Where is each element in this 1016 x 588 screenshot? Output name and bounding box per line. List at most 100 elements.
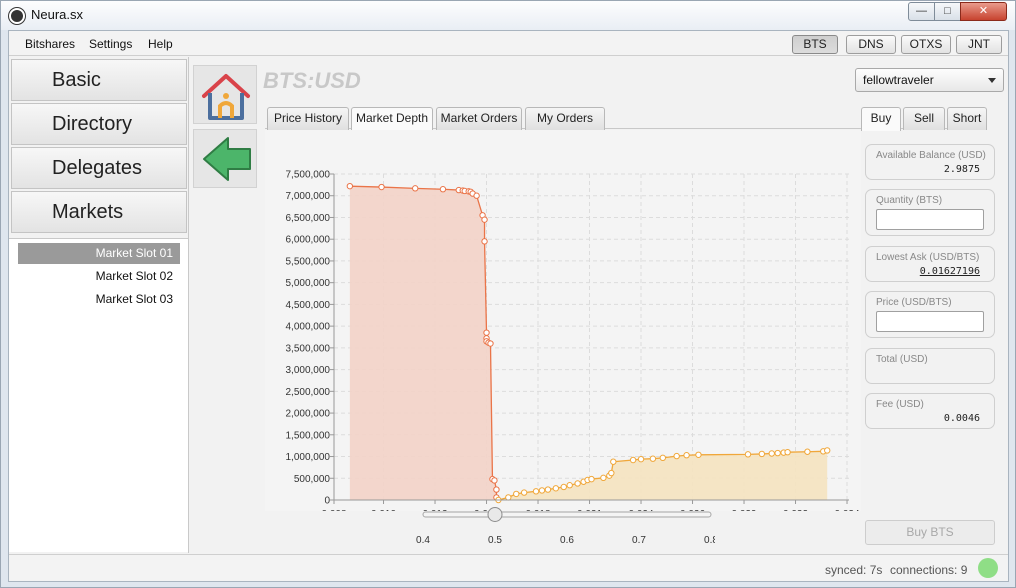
home-button[interactable]: [193, 65, 257, 124]
y-tick-label: 3,000,000: [286, 365, 331, 376]
market-slot-02[interactable]: Market Slot 02: [18, 266, 180, 287]
slider-tick-label: 0.7: [632, 535, 646, 546]
zoom-slider-svg: 0.4 0.5 0.6 0.7 0.8: [416, 507, 718, 546]
y-tick-label: 5,000,000: [286, 278, 331, 289]
total-box: Total (USD): [865, 348, 995, 384]
ask-point: [566, 482, 573, 489]
bid-point: [493, 486, 500, 493]
y-tick-label: 3,500,000: [286, 343, 331, 354]
back-button[interactable]: [193, 129, 257, 188]
sidebar-basic-button[interactable]: Basic: [11, 59, 187, 101]
price-input[interactable]: [876, 311, 984, 332]
fee-value: 0.0046: [943, 413, 980, 424]
ask-point: [505, 494, 512, 501]
market-slot-01[interactable]: Market Slot 01: [18, 243, 180, 264]
menu-settings[interactable]: Settings: [89, 37, 132, 51]
account-select[interactable]: fellowtraveler: [855, 68, 1004, 92]
available-balance-value: 2.9875: [943, 164, 980, 175]
slider-thumb[interactable]: [487, 507, 503, 522]
ask-point: [744, 451, 752, 458]
synced-status: synced: 7s: [825, 563, 883, 577]
ask-point: [673, 452, 680, 460]
ask-point: [608, 469, 615, 477]
ask-point: [544, 486, 552, 493]
slider-tick-label: 0.6: [560, 535, 574, 546]
coin-tab-bts[interactable]: BTS: [792, 35, 838, 54]
menu-bitshares[interactable]: Bitshares: [25, 37, 75, 51]
x-tick-label: 0.032: [783, 509, 808, 511]
app-window: Neura.sx — □ ✕ Bitshares Settings Help B…: [0, 0, 1016, 588]
bid-point: [481, 238, 488, 245]
slider-tick-label: 0.8: [704, 535, 715, 546]
ask-point: [513, 490, 520, 498]
tab-market-orders[interactable]: Market Orders: [436, 107, 522, 130]
tab-short[interactable]: Short: [947, 107, 987, 130]
ask-point: [768, 450, 775, 457]
ask-point: [649, 455, 657, 462]
sidebar: Basic Directory Delegates Markets Market…: [9, 57, 189, 553]
connections-status: connections: 9: [890, 563, 968, 577]
tab-market-depth[interactable]: Market Depth: [351, 107, 433, 131]
y-tick-label: 2,500,000: [286, 387, 331, 398]
ask-point: [552, 485, 560, 492]
x-tick-label: 0.010: [371, 509, 396, 511]
close-button[interactable]: ✕: [960, 2, 1007, 21]
price-box: Price (USD/BTS): [865, 291, 995, 338]
ask-point: [824, 447, 831, 454]
menu-bar: Bitshares Settings Help BTS DNS OTXS JNT: [9, 31, 1008, 56]
minimize-button[interactable]: —: [908, 2, 935, 21]
quantity-input[interactable]: [876, 209, 984, 230]
y-tick-label: 7,000,000: [286, 191, 331, 202]
tab-sell[interactable]: Sell: [903, 107, 945, 130]
zoom-slider[interactable]: 0.4 0.5 0.6 0.7 0.8: [405, 507, 718, 547]
menu-help[interactable]: Help: [148, 37, 173, 51]
market-pair-title: BTS:USD: [263, 68, 361, 93]
quantity-box: Quantity (BTS): [865, 189, 995, 236]
slider-track: [422, 511, 712, 518]
y-tick-label: 2,000,000: [286, 409, 331, 420]
bid-point: [412, 185, 419, 192]
tab-price-history[interactable]: Price History: [267, 107, 349, 130]
ask-point: [695, 451, 702, 458]
maximize-button[interactable]: □: [934, 2, 961, 21]
y-tick-label: 6,000,000: [286, 235, 331, 246]
sidebar-directory-button[interactable]: Directory: [11, 103, 187, 145]
ask-point: [600, 474, 607, 482]
ask-point: [683, 452, 690, 459]
available-balance-box: Available Balance (USD) 2.9875: [865, 144, 995, 180]
ask-point: [538, 487, 546, 494]
ask-point: [784, 448, 791, 456]
y-tick-label: 0: [324, 496, 330, 507]
x-tick-label: 0.029: [732, 509, 757, 511]
x-tick-label: 0.034: [835, 509, 860, 511]
sidebar-markets-button[interactable]: Markets: [11, 191, 187, 233]
y-tick-label: 6,500,000: [286, 213, 331, 224]
market-slot-list: Market Slot 01 Market Slot 02 Market Slo…: [9, 238, 188, 552]
y-tick-label: 7,500,000: [286, 170, 331, 181]
slider-tick-label: 0.5: [488, 535, 502, 546]
fee-box: Fee (USD) 0.0046: [865, 393, 995, 429]
buy-bts-button[interactable]: Buy BTS: [865, 520, 995, 545]
sidebar-delegates-button[interactable]: Delegates: [11, 147, 187, 189]
tab-buy[interactable]: Buy: [861, 107, 901, 131]
price-label: Price (USD/BTS): [876, 297, 952, 308]
coin-tab-otxs[interactable]: OTXS: [901, 35, 951, 54]
lowest-ask-value[interactable]: 0.01627196: [920, 266, 980, 277]
coin-tab-dns[interactable]: DNS: [846, 35, 896, 54]
available-balance-label: Available Balance (USD): [876, 150, 986, 161]
app-logo-icon: [9, 8, 25, 24]
lowest-ask-label: Lowest Ask (USD/BTS): [876, 252, 980, 263]
y-tick-label: 4,000,000: [286, 322, 331, 333]
tab-my-orders[interactable]: My Orders: [525, 107, 605, 130]
total-label: Total (USD): [876, 354, 928, 365]
ask-point: [532, 488, 540, 495]
ask-point: [520, 489, 528, 496]
ask-point: [659, 454, 667, 462]
market-slot-03[interactable]: Market Slot 03: [18, 289, 180, 310]
bid-point: [439, 186, 447, 193]
bid-point: [491, 477, 498, 484]
connection-status-light: [978, 558, 998, 578]
coin-tab-jnt[interactable]: JNT: [956, 35, 1002, 54]
chevron-down-icon: [988, 78, 996, 83]
bid-point: [378, 183, 385, 191]
